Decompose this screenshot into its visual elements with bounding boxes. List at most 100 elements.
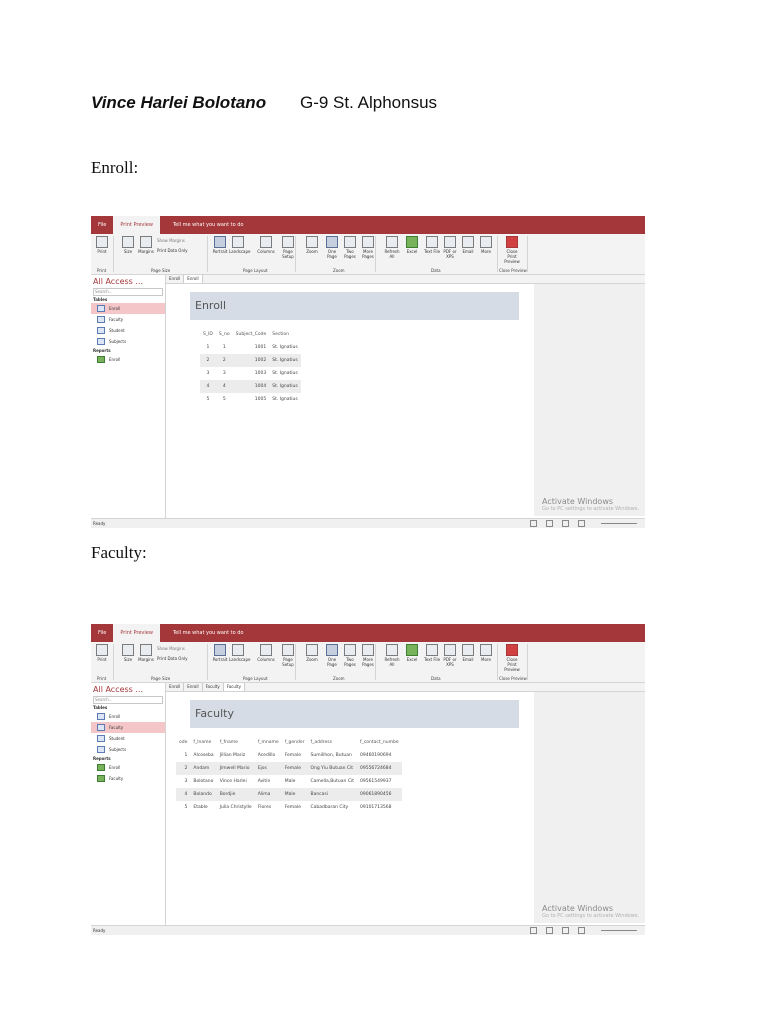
view-mode-button[interactable] (562, 927, 569, 934)
landscape-button[interactable]: Landscape (229, 236, 251, 254)
pdf-button[interactable]: PDF or XPS (441, 236, 459, 259)
nav-report-item[interactable]: Enroll (91, 354, 165, 365)
columns-button[interactable]: Columns (257, 236, 275, 254)
print-button[interactable]: Print (93, 236, 111, 254)
email-button[interactable]: Email (459, 644, 477, 662)
ribbon-separator (207, 644, 208, 680)
document-tab[interactable]: Enroll (184, 683, 203, 691)
tell-me-search[interactable]: Tell me what you want to do (166, 216, 251, 234)
margins-button[interactable]: Margins (137, 644, 155, 662)
text-file-button[interactable]: Text File (423, 236, 441, 254)
more-icon (480, 644, 492, 656)
button-label: Close Print Preview (504, 657, 520, 672)
print-data-only-checkbox[interactable]: Print Data Only (157, 656, 187, 661)
landscape-button[interactable]: Landscape (229, 644, 251, 662)
view-mode-button[interactable] (562, 520, 569, 527)
table-cell: Alima (254, 788, 282, 801)
button-label: PDF or XPS (443, 657, 457, 667)
close-preview-button[interactable]: Close Print Preview (503, 644, 521, 672)
nav-category-reports[interactable]: Reports (91, 347, 165, 354)
zoom-slider[interactable] (601, 930, 637, 931)
report-title-bar: Enroll (190, 292, 519, 320)
show-margins-checkbox[interactable]: Show Margins (157, 238, 185, 243)
email-button[interactable]: Email (459, 236, 477, 254)
nav-pane-title[interactable]: All Access ... (91, 275, 165, 288)
document-tab[interactable]: Faculty (223, 683, 245, 691)
document-tab[interactable]: Faculty (203, 683, 224, 691)
nav-report-item[interactable]: Faculty (91, 773, 165, 784)
view-mode-button[interactable] (546, 927, 553, 934)
ribbon-group-label: Page Size (151, 676, 171, 681)
ribbon-tab-file[interactable]: File (91, 624, 113, 642)
margins-button[interactable]: Margins (137, 236, 155, 254)
close-preview-button[interactable]: Close Print Preview (503, 236, 521, 264)
button-label: Email (462, 657, 474, 662)
nav-table-item[interactable]: Subjects (91, 744, 165, 755)
email-icon (462, 644, 474, 656)
nav-table-item[interactable]: Enroll (91, 711, 165, 722)
excel-button[interactable]: Excel (403, 644, 421, 662)
view-mode-button[interactable] (578, 927, 585, 934)
zoom-button[interactable]: Zoom (303, 236, 321, 254)
nav-table-item[interactable]: Subjects (91, 336, 165, 347)
ribbon-tab-print-preview[interactable]: Print Preview (113, 624, 160, 642)
nav-table-item[interactable]: Faculty (91, 722, 165, 733)
document-tab[interactable]: Enroll (184, 275, 203, 283)
portrait-button[interactable]: Portrait (211, 236, 229, 254)
excel-button[interactable]: Excel (403, 236, 421, 254)
tell-me-search[interactable]: Tell me what you want to do (166, 624, 251, 642)
more-button[interactable]: More (477, 236, 495, 254)
zoom-button[interactable]: Zoom (303, 644, 321, 662)
nav-category-reports[interactable]: Reports (91, 755, 165, 762)
nav-category-tables[interactable]: Tables (91, 296, 165, 303)
size-button[interactable]: Size (119, 644, 137, 662)
view-mode-button[interactable] (530, 520, 537, 527)
refresh-button[interactable]: Refresh All (383, 236, 401, 259)
view-mode-button[interactable] (546, 520, 553, 527)
nav-item-label: Faculty (109, 317, 124, 322)
faculty-heading: Faculty: (91, 543, 147, 562)
two-pages-button[interactable]: Two Pages (341, 236, 359, 259)
ribbon-group-label: Close Preview (499, 268, 527, 273)
refresh-button[interactable]: Refresh All (383, 644, 401, 667)
button-label: Email (462, 249, 474, 254)
nav-table-item[interactable]: Faculty (91, 314, 165, 325)
view-mode-button[interactable] (578, 520, 585, 527)
button-label: Text File (423, 657, 441, 662)
column-header: Section (272, 332, 289, 337)
two-pages-button[interactable]: Two Pages (341, 644, 359, 667)
nav-report-item[interactable]: Enroll (91, 762, 165, 773)
nav-search-input[interactable]: Search... (93, 288, 163, 296)
ribbon-tab-file[interactable]: File (91, 216, 113, 234)
show-margins-checkbox[interactable]: Show Margins (157, 646, 185, 651)
one-page-button[interactable]: One Page (323, 236, 341, 259)
nav-table-item[interactable]: Enroll (91, 303, 165, 314)
print-button[interactable]: Print (93, 644, 111, 662)
column-header: S_no (218, 332, 230, 337)
pdf-button[interactable]: PDF or XPS (441, 644, 459, 667)
document-tab[interactable]: Enroll (166, 275, 185, 283)
portrait-button[interactable]: Portrait (211, 644, 229, 662)
nav-category-tables[interactable]: Tables (91, 704, 165, 711)
ribbon-group-label: Page Layout (243, 676, 268, 681)
document-tab[interactable]: Enroll (166, 683, 185, 691)
columns-button[interactable]: Columns (257, 644, 275, 662)
print-data-only-checkbox[interactable]: Print Data Only (157, 248, 187, 253)
more-button[interactable]: More (477, 644, 495, 662)
one-page-button[interactable]: One Page (323, 644, 341, 667)
view-mode-button[interactable] (530, 927, 537, 934)
ribbon-separator (113, 644, 114, 680)
ribbon-tab-print-preview[interactable]: Print Preview (113, 216, 160, 234)
activate-subtitle: Go to PC settings to activate Windows. (542, 913, 640, 919)
text-file-button[interactable]: Text File (423, 644, 441, 662)
table-cell: Bordjie (216, 788, 255, 801)
zoom-slider[interactable] (601, 523, 637, 524)
size-button[interactable]: Size (119, 236, 137, 254)
nav-item-label: Enroll (109, 306, 121, 311)
table-icon (97, 316, 105, 323)
nav-table-item[interactable]: Student (91, 325, 165, 336)
column-header: f_address (310, 740, 332, 745)
nav-pane-title[interactable]: All Access ... (91, 683, 165, 696)
nav-search-input[interactable]: Search... (93, 696, 163, 704)
nav-table-item[interactable]: Student (91, 733, 165, 744)
